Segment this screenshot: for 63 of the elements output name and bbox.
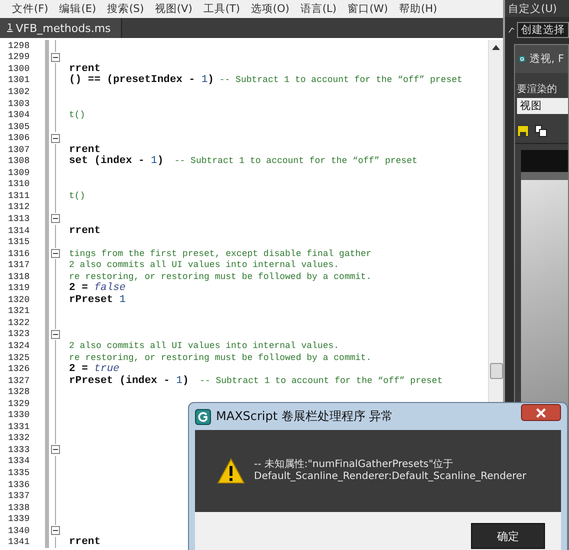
warning-icon <box>217 458 245 484</box>
menu-item[interactable]: 搜索(S) <box>107 2 144 16</box>
code-token: true <box>94 363 120 376</box>
error-message: -- 未知属性:"numFinalGatherPresets"位于 <box>254 459 454 471</box>
code-token: () == (presetIndex - <box>69 74 196 86</box>
code-token: ) <box>208 74 214 86</box>
fold-toggle-icon[interactable] <box>50 445 60 454</box>
close-icon[interactable] <box>536 408 546 418</box>
scroll-up-icon[interactable] <box>492 44 500 50</box>
code-token: 1 <box>176 374 182 387</box>
code-token: 1 <box>119 294 126 306</box>
code-token: ) <box>182 374 189 387</box>
selection-set-field[interactable]: 创建选择 <box>517 22 569 38</box>
menu-item[interactable]: 自定义(U) <box>505 0 569 17</box>
menu-item[interactable]: 工具(T) <box>203 2 240 16</box>
code-token: rPreset (index - <box>69 374 171 387</box>
menu-item[interactable]: 编辑(E) <box>59 2 96 16</box>
code-token: 1 <box>150 155 158 168</box>
render-label: 要渲染的 <box>516 82 558 96</box>
menu-item[interactable]: 帮助(H) <box>399 2 438 16</box>
app-logo-icon <box>195 408 211 424</box>
code-token: rrent <box>69 536 101 548</box>
fold-toggle-icon[interactable] <box>50 52 60 62</box>
copy-icon[interactable] <box>535 125 547 137</box>
ok-button[interactable]: 确定 <box>471 523 545 549</box>
code-token: t() <box>69 110 86 120</box>
code-token: -- Subtract 1 to account for the “off” preset <box>173 156 418 166</box>
menu-item[interactable]: 视图(V) <box>154 2 192 16</box>
code-token: ) <box>157 155 164 168</box>
fold-toggle-icon[interactable] <box>50 214 60 224</box>
error-message: Default_Scanline_Renderer:Default_Scanline_Renderer <box>254 471 526 483</box>
render-dropdown[interactable]: 视图 <box>517 98 568 114</box>
code-token: rrent <box>69 144 101 156</box>
menu-item[interactable]: 语言(L) <box>300 2 336 16</box>
code-token: false <box>94 282 126 294</box>
window-title: 透视, F <box>529 52 564 66</box>
code-token: rrent <box>69 224 101 237</box>
dialog-title: MAXScript 卷展栏处理程序 异常 <box>216 408 394 425</box>
code-token: re restoring, or restoring must be followed by a commit. <box>69 272 372 282</box>
code-token: re restoring, or restoring must be followed by a commit. <box>69 352 372 363</box>
code-token: tings from the first preset, except disable final gather <box>69 248 372 259</box>
code-token: rPreset <box>69 294 114 306</box>
code-token: 2 = <box>69 282 89 294</box>
menu-item[interactable]: 窗口(W) <box>347 2 388 16</box>
menu-item[interactable]: 文件(F) <box>12 2 48 16</box>
file-tab[interactable]: 1 VFB_methods.ms <box>0 18 122 38</box>
menu-item[interactable]: 选项(O) <box>250 2 290 16</box>
code-token: 1 <box>201 74 208 86</box>
save-icon[interactable] <box>517 125 529 137</box>
scrollbar-thumb[interactable] <box>490 363 503 379</box>
code-token: set (index - <box>69 155 146 168</box>
fold-toggle-icon[interactable] <box>50 134 60 143</box>
code-token: -- Subtract 1 to account for the “off” preset <box>198 376 443 386</box>
code-token: t() <box>69 190 86 201</box>
fold-toggle-icon[interactable] <box>50 330 60 339</box>
fold-toggle-icon[interactable] <box>50 249 60 258</box>
code-token: -- Subtract 1 to account for the “off” preset <box>218 75 462 86</box>
fold-toggle-icon[interactable] <box>50 526 60 536</box>
code-token: rrent <box>69 62 101 75</box>
code-token: 2 = <box>69 363 89 376</box>
close-button[interactable] <box>521 404 561 421</box>
code-token: 2 also commits all UI values into internal values. <box>69 341 340 351</box>
code-token: 2 also commits all UI values into internal values. <box>69 260 340 270</box>
